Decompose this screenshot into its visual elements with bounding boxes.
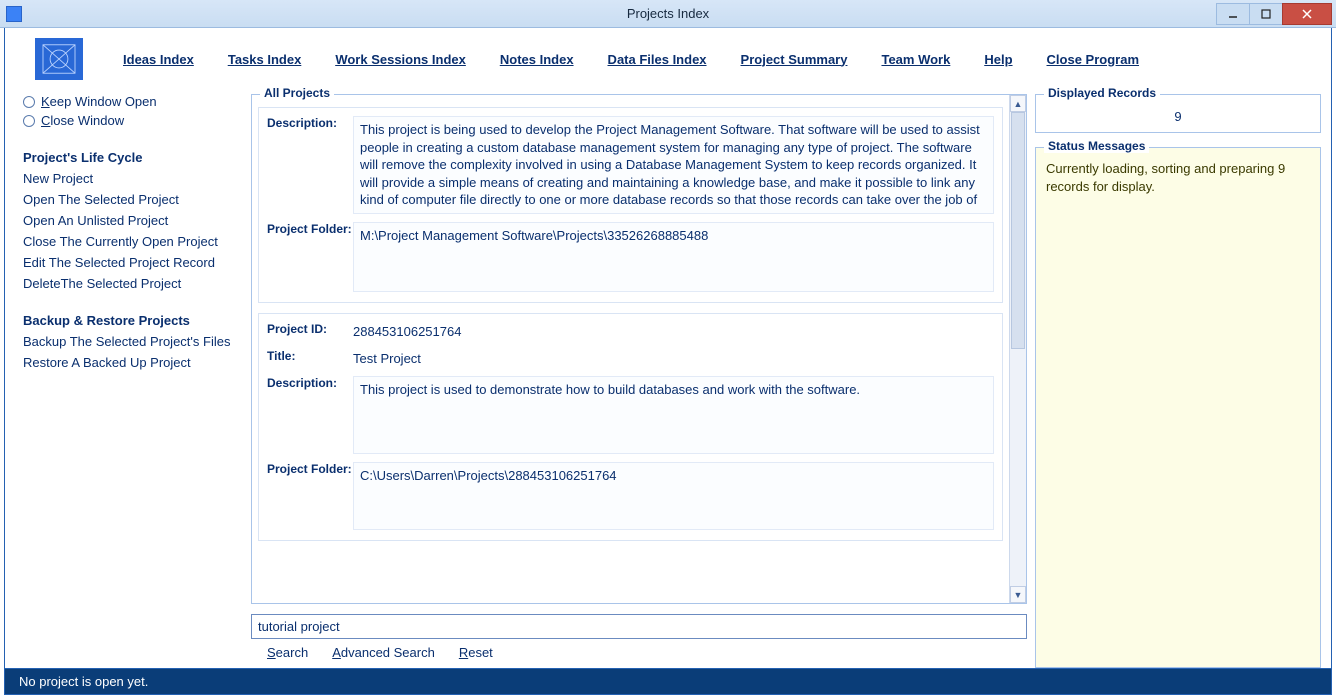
value-project-id: 288453106251764 bbox=[353, 322, 994, 341]
center-panel: All Projects Description: This project i… bbox=[251, 90, 1027, 668]
menu-help[interactable]: Help bbox=[984, 52, 1012, 67]
value-description: This project is used to demonstrate how … bbox=[353, 376, 994, 454]
label-title: Title: bbox=[267, 349, 353, 368]
sidebar-delete-selected-project[interactable]: DeleteThe Selected Project bbox=[23, 276, 243, 291]
app-body: Ideas Index Tasks Index Work Sessions In… bbox=[4, 28, 1332, 669]
scroll-thumb[interactable] bbox=[1011, 112, 1025, 349]
sidebar-backup-selected[interactable]: Backup The Selected Project's Files bbox=[23, 334, 243, 349]
sidebar-open-unlisted-project[interactable]: Open An Unlisted Project bbox=[23, 213, 243, 228]
radio-icon bbox=[23, 115, 35, 127]
label-project-id: Project ID: bbox=[267, 322, 353, 341]
scroll-track[interactable] bbox=[1010, 112, 1026, 586]
keep-window-open-radio[interactable]: Keep Window Open bbox=[23, 94, 243, 109]
title-bar: Projects Index bbox=[0, 0, 1336, 28]
window-controls bbox=[1217, 3, 1332, 25]
sidebar-restore-backup[interactable]: Restore A Backed Up Project bbox=[23, 355, 243, 370]
radio-icon bbox=[23, 96, 35, 108]
all-projects-legend: All Projects bbox=[260, 86, 334, 100]
search-input[interactable] bbox=[251, 614, 1027, 639]
menu-ideas-index[interactable]: Ideas Index bbox=[123, 52, 194, 67]
lifecycle-heading: Project's Life Cycle bbox=[23, 150, 243, 165]
keep-window-open-label: Keep Window Open bbox=[41, 94, 157, 109]
status-messages-box: Status Messages Currently loading, sorti… bbox=[1035, 147, 1321, 668]
menu-bar: Ideas Index Tasks Index Work Sessions In… bbox=[5, 28, 1331, 90]
displayed-records-legend: Displayed Records bbox=[1044, 86, 1160, 100]
sidebar-close-current-project[interactable]: Close The Currently Open Project bbox=[23, 234, 243, 249]
menu-project-summary[interactable]: Project Summary bbox=[741, 52, 848, 67]
advanced-search-button[interactable]: Advanced Search bbox=[332, 645, 435, 660]
value-project-folder: M:\Project Management Software\Projects\… bbox=[353, 222, 994, 292]
search-area: Search Advanced Search Reset bbox=[251, 614, 1027, 668]
sidebar: Keep Window Open Close Window Project's … bbox=[23, 90, 243, 668]
status-message-text: Currently loading, sorting and preparing… bbox=[1046, 160, 1310, 195]
menu-tasks-index[interactable]: Tasks Index bbox=[228, 52, 301, 67]
app-icon bbox=[6, 6, 22, 22]
window-title: Projects Index bbox=[627, 6, 709, 21]
search-button[interactable]: Search bbox=[267, 645, 308, 660]
all-projects-fieldset: All Projects Description: This project i… bbox=[251, 94, 1027, 604]
scroll-up-icon[interactable]: ▲ bbox=[1010, 95, 1026, 112]
sidebar-open-selected-project[interactable]: Open The Selected Project bbox=[23, 192, 243, 207]
status-messages-legend: Status Messages bbox=[1044, 139, 1149, 153]
project-record[interactable]: Description: This project is being used … bbox=[258, 107, 1003, 303]
records-scrollbar[interactable]: ▲ ▼ bbox=[1009, 95, 1026, 603]
label-project-folder: Project Folder: bbox=[267, 222, 353, 292]
menu-close-program[interactable]: Close Program bbox=[1047, 52, 1139, 67]
status-bar: No project is open yet. bbox=[4, 669, 1332, 695]
sidebar-edit-selected-project[interactable]: Edit The Selected Project Record bbox=[23, 255, 243, 270]
menu-data-files-index[interactable]: Data Files Index bbox=[608, 52, 707, 67]
close-window-label: Close Window bbox=[41, 113, 124, 128]
menu-notes-index[interactable]: Notes Index bbox=[500, 52, 574, 67]
project-record[interactable]: Project ID: 288453106251764 Title: Test … bbox=[258, 313, 1003, 541]
sidebar-new-project[interactable]: New Project bbox=[23, 171, 243, 186]
value-title: Test Project bbox=[353, 349, 994, 368]
close-button[interactable] bbox=[1282, 3, 1332, 25]
close-window-radio[interactable]: Close Window bbox=[23, 113, 243, 128]
value-description: This project is being used to develop th… bbox=[353, 116, 994, 214]
label-project-folder: Project Folder: bbox=[267, 462, 353, 530]
value-project-folder: C:\Users\Darren\Projects\288453106251764 bbox=[353, 462, 994, 530]
backup-heading: Backup & Restore Projects bbox=[23, 313, 243, 328]
reset-button[interactable]: Reset bbox=[459, 645, 493, 660]
menu-team-work[interactable]: Team Work bbox=[881, 52, 950, 67]
label-description: Description: bbox=[267, 116, 353, 214]
menu-work-sessions-index[interactable]: Work Sessions Index bbox=[335, 52, 466, 67]
maximize-button[interactable] bbox=[1249, 3, 1283, 25]
displayed-records-box: Displayed Records 9 bbox=[1035, 94, 1321, 133]
label-description: Description: bbox=[267, 376, 353, 454]
project-logo-icon bbox=[35, 38, 83, 80]
records-list: Description: This project is being used … bbox=[252, 95, 1009, 603]
status-bar-text: No project is open yet. bbox=[19, 674, 148, 689]
right-column: Displayed Records 9 Status Messages Curr… bbox=[1035, 94, 1321, 668]
displayed-records-count: 9 bbox=[1044, 109, 1312, 124]
scroll-down-icon[interactable]: ▼ bbox=[1010, 586, 1026, 603]
minimize-button[interactable] bbox=[1216, 3, 1250, 25]
